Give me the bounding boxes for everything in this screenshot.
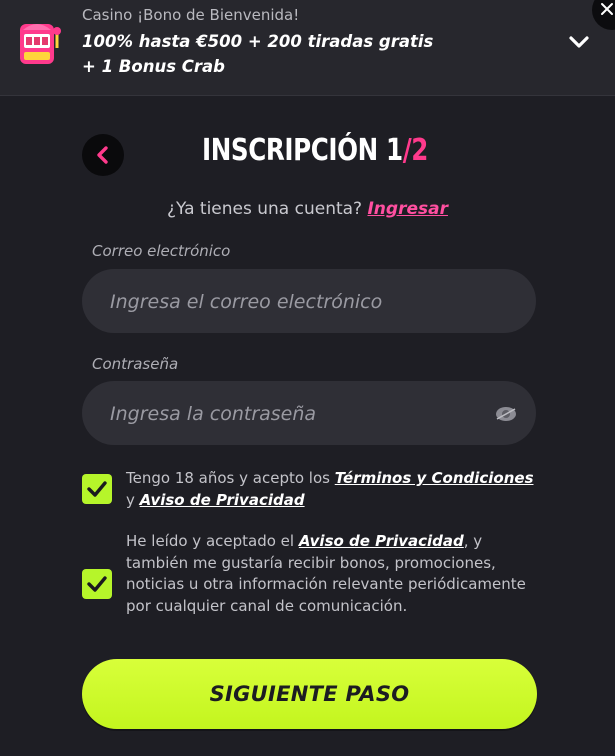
back-button[interactable] xyxy=(82,134,124,176)
close-icon xyxy=(601,3,613,15)
login-prompt: ¿Ya tienes una cuenta? Ingresar xyxy=(0,199,615,219)
marketing-checkbox[interactable] xyxy=(82,569,112,599)
marketing-privacy-link[interactable]: Aviso de Privacidad xyxy=(299,532,464,550)
email-field-container[interactable] xyxy=(82,269,536,335)
slot-machine-icon xyxy=(20,24,61,64)
email-label: Correo electrónico xyxy=(92,242,231,260)
title-total-steps: 2 xyxy=(411,133,428,168)
checkmark-icon xyxy=(87,576,107,592)
terms-link[interactable]: Términos y Condiciones xyxy=(335,469,534,487)
chevron-left-icon xyxy=(97,146,108,164)
password-field-container[interactable] xyxy=(82,381,536,447)
password-field[interactable] xyxy=(108,381,492,447)
terms-prefix: Tengo 18 años y acepto los xyxy=(126,469,330,487)
terms-checkbox[interactable] xyxy=(82,474,112,504)
privacy-notice-link[interactable]: Aviso de Privacidad xyxy=(140,491,305,509)
title-slash: / xyxy=(402,133,412,168)
next-step-button[interactable]: SIGUIENTE PASO xyxy=(82,659,537,729)
banner-offer-line-1: 100% hasta €500 + 200 tiradas gratis xyxy=(82,32,434,51)
login-link[interactable]: Ingresar xyxy=(367,199,447,219)
bonus-banner[interactable]: Casino ¡Bono de Bienvenida! 100% hasta €… xyxy=(0,0,615,96)
banner-offer-line-2: + 1 Bonus Crab xyxy=(82,57,225,76)
chevron-down-icon[interactable] xyxy=(567,32,591,52)
terms-and: y xyxy=(126,490,135,509)
email-field[interactable] xyxy=(108,269,492,335)
banner-caption: Casino ¡Bono de Bienvenida! xyxy=(82,6,300,24)
password-label: Contraseña xyxy=(92,355,179,373)
marketing-consent-text: He leído y aceptado el Aviso de Privacid… xyxy=(126,531,526,617)
terms-consent-text: Tengo 18 años y acepto los Términos y Co… xyxy=(126,468,546,511)
page-title: INSCRIPCIÓN 1/2 xyxy=(202,133,428,168)
title-step: INSCRIPCIÓN 1 xyxy=(202,133,403,168)
eye-icon[interactable] xyxy=(495,405,517,423)
marketing-prefix: He leído y aceptado el xyxy=(126,532,295,550)
login-question: ¿Ya tienes una cuenta? xyxy=(167,199,363,219)
checkmark-icon xyxy=(87,481,107,497)
